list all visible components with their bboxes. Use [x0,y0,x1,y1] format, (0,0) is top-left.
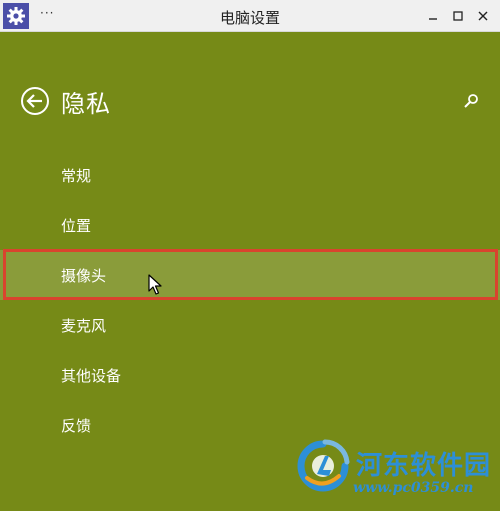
nav-item-general[interactable]: 常规 [0,150,500,200]
watermark-logo-icon [295,438,351,494]
settings-window: ··· 电脑设置 隐私 常规 位置 摄像头 麦克风 其他设备 反馈 河东软件园 … [0,0,500,511]
privacy-nav-list: 常规 位置 摄像头 麦克风 其他设备 反馈 [0,150,500,450]
page-title: 隐私 [61,90,111,118]
watermark-site-name: 河东软件园 [356,451,492,481]
nav-item-label: 反馈 [61,416,92,435]
nav-item-label: 摄像头 [61,266,107,285]
search-icon[interactable] [463,93,479,109]
nav-item-camera[interactable]: 摄像头 [0,250,500,300]
watermark-site-url: www.pc0359.cn [353,480,474,496]
nav-item-microphone[interactable]: 麦克风 [0,300,500,350]
mouse-cursor-icon [148,274,162,296]
minimize-icon [429,18,437,20]
nav-item-feedback[interactable]: 反馈 [0,400,500,450]
nav-item-label: 常规 [61,166,92,185]
nav-item-label: 其他设备 [61,366,122,385]
nav-item-label: 麦克风 [61,316,107,335]
nav-item-location[interactable]: 位置 [0,200,500,250]
maximize-icon [453,11,463,21]
title-bar: ··· 电脑设置 [0,0,500,32]
back-button[interactable] [20,86,50,116]
nav-item-label: 位置 [61,216,92,235]
nav-item-other-devices[interactable]: 其他设备 [0,350,500,400]
close-icon [478,11,488,21]
close-button[interactable] [467,0,499,32]
back-arrow-icon [21,87,49,115]
